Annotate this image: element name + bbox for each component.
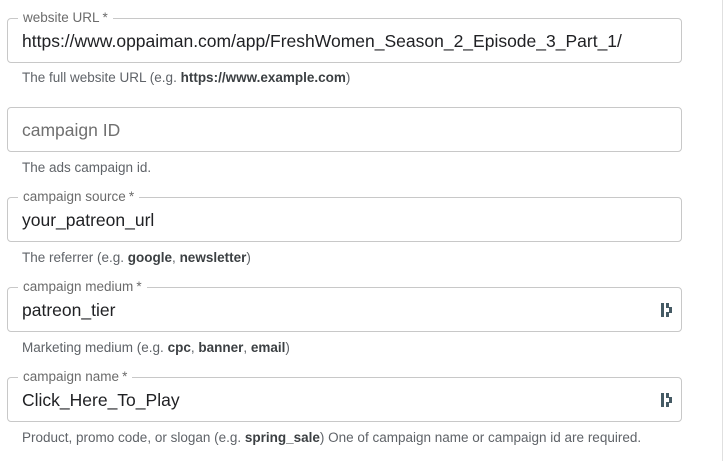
website-url-label: website URL * [18, 10, 113, 26]
website-url-input[interactable]: https://www.oppaiman.com/app/FreshWomen_… [22, 30, 637, 52]
campaign-medium-field[interactable]: campaign medium * patreon_tier [7, 279, 682, 332]
campaign-source-helper: The referrer (e.g. google, newsletter) [22, 250, 251, 265]
campaign-medium-label: campaign medium * [18, 279, 147, 295]
required-mark: * [128, 189, 135, 204]
required-mark: * [136, 279, 142, 294]
campaign-name-field[interactable]: campaign name * Click_Here_To_Play [7, 369, 682, 422]
variable-picker-icon[interactable] [659, 391, 675, 409]
campaign-medium-helper: Marketing medium (e.g. cpc, banner, emai… [22, 340, 290, 355]
campaign-name-label: campaign name * [18, 369, 133, 385]
campaign-name-input[interactable]: Click_Here_To_Play [22, 389, 637, 411]
campaign-id-helper: The ads campaign id. [22, 160, 152, 175]
variable-picker-icon[interactable] [659, 301, 675, 319]
campaign-id-input[interactable]: campaign ID [22, 119, 120, 141]
campaign-source-field[interactable]: campaign source * your_patreon_url [7, 189, 682, 242]
utm-builder-form: website URL * https://www.oppaiman.com/ap… [0, 0, 723, 461]
required-mark: * [102, 10, 108, 25]
campaign-id-field[interactable]: campaign ID [7, 107, 682, 152]
campaign-source-input[interactable]: your_patreon_url [22, 209, 637, 231]
campaign-source-label: campaign source * [18, 189, 140, 205]
campaign-name-helper: Product, promo code, or slogan (e.g. spr… [22, 430, 642, 445]
campaign-medium-input[interactable]: patreon_tier [22, 299, 637, 321]
required-mark: * [122, 369, 128, 384]
website-url-field[interactable]: website URL * https://www.oppaiman.com/ap… [7, 10, 682, 63]
website-url-helper: The full website URL (e.g. https://www.e… [22, 70, 351, 85]
